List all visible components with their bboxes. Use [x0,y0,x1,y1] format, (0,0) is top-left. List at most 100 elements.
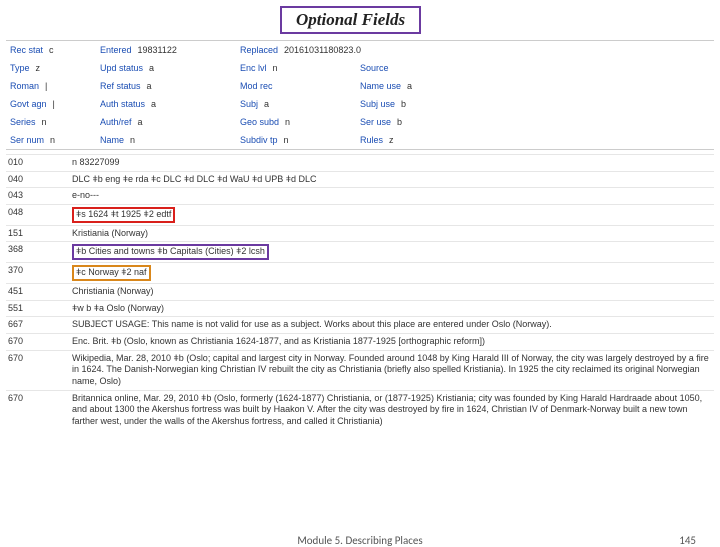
highlight-red: ǂs 1624 ǂt 1925 ǂ2 edtf [72,207,175,223]
field-tag: 451 [6,286,40,296]
variable-field-row: 370ǂc Norway ǂ2 naf [6,262,714,283]
fixed-field-label: Entered [100,45,132,55]
field-tag: 010 [6,157,40,167]
fixed-field-value: 20161031180823.0 [284,45,361,55]
field-data: ǂs 1624 ǂt 1925 ǂ2 edtf [72,207,714,223]
field-tag: 551 [6,303,40,313]
fixed-field-cell: Rulesz [356,131,476,149]
fixed-field-label: Name [100,135,124,145]
field-data: SUBJECT USAGE: This name is not valid fo… [72,319,714,331]
fixed-field-value: a [264,99,269,109]
field-tag: 040 [6,174,40,184]
field-data: e-no--- [72,190,714,202]
footer-module: Module 5. Describing Places [297,534,422,547]
fixed-field-value: n [42,117,47,127]
fixed-field-cell: Name use a [356,77,476,95]
field-tag: 670 [6,393,40,403]
field-data: ǂc Norway ǂ2 naf [72,265,714,281]
fixed-field-cell: Rec stat c [6,41,96,59]
field-data: Enc. Brit. ǂb (Oslo, known as Christiani… [72,336,714,348]
field-data: ǂb Cities and towns ǂb Capitals (Cities)… [72,244,714,260]
variable-field-row: 040DLC ǂb eng ǂe rda ǂc DLC ǂd DLC ǂd Wa… [6,171,714,188]
field-tag: 043 [6,190,40,200]
fixed-field-label: Roman [10,81,39,91]
fixed-field-cell: Ser numn [6,131,96,149]
fixed-field-cell: Typez [6,59,96,77]
record-content: Rec statcEntered19831122Replaced20161031… [6,40,714,430]
highlight-orange: ǂc Norway ǂ2 naf [72,265,151,281]
field-tag: 667 [6,319,40,329]
fixed-field-label: Series [10,117,36,127]
fixed-field-label: Ref status [100,81,141,91]
field-tag: 048 [6,207,40,217]
variable-field-row: 368ǂb Cities and towns ǂb Capitals (Citi… [6,241,714,262]
fixed-field-cell: Upd status a [96,59,236,77]
footer-page-number: 145 [679,534,696,547]
fixed-field-label: Enc lvl [240,63,267,73]
variable-field-row: 451 Christiania (Norway) [6,283,714,300]
fixed-field-row: Roman | Ref status a Mod rec Name use a [6,77,714,95]
fixed-field-cell: Subj use b [356,95,476,113]
fixed-field-value: a [138,117,143,127]
variable-field-row: 048 ǂs 1624 ǂt 1925 ǂ2 edtf [6,204,714,225]
fixed-field-value: b [401,99,406,109]
fixed-field-label: Subj use [360,99,395,109]
fixed-field-label: Rules [360,135,383,145]
fixed-field-label: Rec stat [10,45,43,55]
variable-field-row: 043 e-no--- [6,187,714,204]
fixed-fields-table: Rec statcEntered19831122Replaced20161031… [6,40,714,150]
fixed-field-value: b [397,117,402,127]
fixed-field-label: Govt agn [10,99,47,109]
field-data: Kristiania (Norway) [72,228,714,240]
highlight-purple: ǂb Cities and towns ǂb Capitals (Cities)… [72,244,269,260]
variable-field-row: 151Kristiania (Norway) [6,225,714,242]
fixed-field-cell: Auth status a [96,95,236,113]
variable-fields-table: 010 n 83227099 040DLC ǂb eng ǂe rda ǂc DLC… [6,154,714,430]
variable-field-row: 667 SUBJECT USAGE: This name is not valid… [6,316,714,333]
fixed-field-row: Typez Upd status a Enc lvl n Source [6,59,714,77]
fixed-field-label: Geo subd [240,117,279,127]
field-data: n 83227099 [72,157,714,169]
field-tag: 670 [6,336,40,346]
fixed-field-label: Upd status [100,63,143,73]
fixed-field-label: Type [10,63,30,73]
fixed-field-cell: Namen [96,131,236,149]
fixed-field-cell: Replaced20161031180823.0 [236,41,436,59]
fixed-field-row: Rec statcEntered19831122Replaced20161031… [6,41,714,59]
variable-field-row: 670 Enc. Brit. ǂb (Oslo, known as Christi… [6,333,714,350]
variable-field-row: 010 n 83227099 [6,154,714,171]
fixed-field-label: Name use [360,81,401,91]
fixed-field-cell: Subdiv tpn [236,131,356,149]
fixed-field-cell: Subja [236,95,356,113]
fixed-field-value: a [149,63,154,73]
fixed-field-cell: Govt agn | [6,95,96,113]
fixed-field-value: | [53,99,55,109]
fixed-field-value: a [147,81,152,91]
fixed-field-value: n [284,135,289,145]
fixed-field-value: n [285,117,290,127]
fixed-field-cell: Roman | [6,77,96,95]
fixed-field-label: Mod rec [240,81,273,91]
fixed-field-value: a [151,99,156,109]
fixed-field-value: n [130,135,135,145]
section-title: Optional Fields [280,6,421,34]
fixed-field-value: a [407,81,412,91]
fixed-field-row: SeriesnAuth/refaGeo subdnSer useb [6,113,714,131]
fixed-field-label: Source [360,63,389,73]
fixed-field-value: n [273,63,278,73]
fixed-field-cell: Seriesn [6,113,96,131]
fixed-field-value: c [49,45,54,55]
fixed-field-cell: Ref status a [96,77,236,95]
fixed-field-cell: Source [356,59,476,77]
fixed-field-label: Auth status [100,99,145,109]
fixed-field-cell: Enc lvl n [236,59,356,77]
fixed-field-cell: Auth/refa [96,113,236,131]
fixed-field-value: | [45,81,47,91]
fixed-field-row: Govt agn|Auth statusaSubjaSubj useb [6,95,714,113]
fixed-field-cell: Mod rec [236,77,356,95]
field-data: Britannica online, Mar. 29, 2010 ǂb (Osl… [72,393,714,428]
fixed-field-label: Ser use [360,117,391,127]
field-tag: 670 [6,353,40,363]
fixed-field-cell: Geo subd n [236,113,356,131]
field-data: Christiania (Norway) [72,286,714,298]
